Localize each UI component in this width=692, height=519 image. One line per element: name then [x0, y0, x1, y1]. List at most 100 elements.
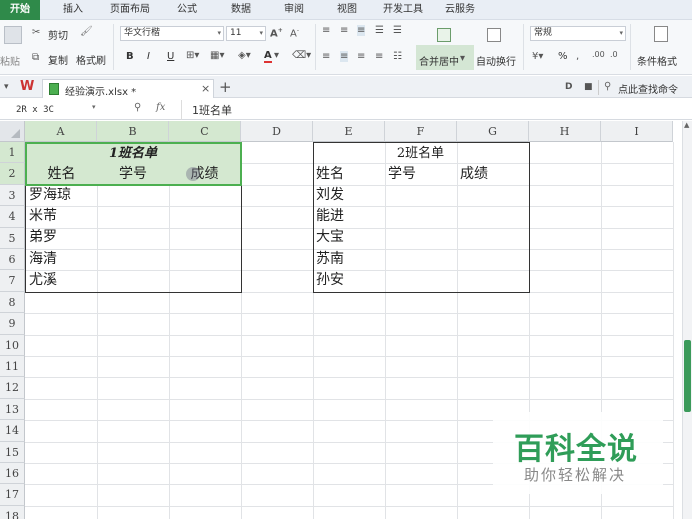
row-header-2[interactable]: 2	[0, 163, 25, 185]
class2-header-id[interactable]: 学号	[385, 164, 416, 185]
increase-decimal-icon[interactable]: .00	[592, 50, 605, 59]
row-header-10[interactable]: 10	[0, 334, 25, 356]
chevron-down-icon[interactable]: ▾	[460, 53, 465, 64]
menu-view[interactable]: 视图	[330, 0, 364, 20]
class1-name-2[interactable]: 米芾	[26, 206, 57, 227]
class2-name-4[interactable]: 苏南	[313, 249, 344, 270]
select-all-corner[interactable]	[0, 121, 25, 142]
conditional-format-icon[interactable]	[654, 26, 668, 42]
row-header-4[interactable]: 4	[0, 206, 25, 228]
new-tab-button[interactable]: +	[219, 78, 232, 96]
scrollbar-thumb[interactable]	[684, 340, 691, 412]
number-format-select[interactable]: 常规 ▾	[530, 26, 626, 41]
bold-button[interactable]: B	[126, 51, 134, 62]
zoom-icon[interactable]: ⚲	[134, 102, 141, 113]
class1-name-4[interactable]: 海清	[26, 249, 57, 270]
indent-icon[interactable]: ☰	[375, 25, 384, 36]
menu-formulas[interactable]: 公式	[170, 0, 204, 20]
row-header-13[interactable]: 13	[0, 398, 25, 421]
row-header-15[interactable]: 15	[0, 441, 25, 463]
align-middle-icon[interactable]: ≡	[340, 25, 348, 36]
align-top-icon[interactable]: ≡	[322, 25, 330, 36]
align-left-icon[interactable]: ≡	[322, 51, 330, 62]
outdent-icon[interactable]: ☰	[393, 25, 402, 36]
paste-icon[interactable]	[4, 26, 22, 44]
column-header-b[interactable]: B	[97, 121, 169, 142]
class2-title[interactable]: 2班名单	[313, 143, 528, 164]
row-header-18[interactable]: 18	[0, 505, 25, 519]
formula-input[interactable]: 1班名单	[192, 102, 232, 118]
menu-data[interactable]: 数据	[224, 0, 258, 20]
class2-name-5[interactable]: 孙安	[313, 270, 344, 291]
row-header-6[interactable]: 6	[0, 249, 25, 271]
copy-button[interactable]: 复制	[48, 52, 68, 67]
distribute-icon[interactable]: ☷	[393, 51, 402, 62]
merge-center-icon[interactable]	[437, 28, 451, 42]
currency-icon[interactable]: ¥▾	[532, 51, 543, 62]
column-header-d[interactable]: D	[241, 121, 313, 142]
menu-page-layout[interactable]: 页面布局	[102, 0, 158, 20]
thousands-icon[interactable]: ,	[576, 51, 579, 62]
row-header-7[interactable]: 7	[0, 270, 25, 292]
font-shrink-icon[interactable]: A-	[290, 27, 299, 39]
column-header-a[interactable]: A	[25, 121, 97, 142]
format-painter-button[interactable]: 格式刷	[76, 52, 106, 67]
wps-logo-icon[interactable]: W	[20, 79, 34, 94]
column-header-h[interactable]: H	[529, 121, 601, 142]
row-header-3[interactable]: 3	[0, 184, 25, 207]
format-painter-icon[interactable]: 🖌	[80, 26, 93, 37]
cut-button[interactable]: 剪切	[48, 27, 68, 42]
justify-icon[interactable]: ≡	[375, 51, 383, 62]
menu-review[interactable]: 审阅	[277, 0, 311, 20]
insert-function-button[interactable]: fx	[156, 102, 165, 113]
row-header-12[interactable]: 12	[0, 377, 25, 399]
menu-cloud[interactable]: 云服务	[439, 0, 481, 20]
menu-home[interactable]: 开始	[0, 0, 40, 20]
font-size-select[interactable]: 11 ▾	[226, 26, 266, 41]
align-bottom-icon[interactable]: ≡	[357, 25, 366, 36]
italic-button[interactable]: I	[147, 51, 150, 62]
row-header-5[interactable]: 5	[0, 227, 25, 249]
clear-format-icon[interactable]: ⌫▾	[292, 50, 311, 61]
column-header-g[interactable]: G	[457, 121, 529, 142]
wrap-text-button[interactable]: 自动换行	[476, 53, 516, 68]
chevron-down-icon[interactable]: ▾	[274, 50, 279, 61]
scroll-up-icon[interactable]: ▲	[684, 121, 689, 129]
row-header-14[interactable]: 14	[0, 420, 25, 442]
fill-pattern-icon[interactable]: ▦▾	[210, 50, 224, 61]
row-header-1[interactable]: 1	[0, 142, 25, 164]
merge-center-button[interactable]: 合并居中	[419, 53, 459, 68]
menu-insert[interactable]: 插入	[55, 0, 91, 20]
percent-button[interactable]: %	[558, 51, 568, 62]
chevron-down-icon[interactable]: ▾	[4, 82, 9, 92]
align-right-icon[interactable]: ≡	[357, 51, 365, 62]
row-header-11[interactable]: 11	[0, 356, 25, 378]
name-box[interactable]: 2R x 3C	[16, 103, 100, 117]
screen-icon[interactable]: ■	[584, 82, 593, 92]
class2-name-2[interactable]: 能进	[313, 206, 344, 227]
find-command-field[interactable]: 点此查找命令	[618, 81, 678, 96]
menu-developer[interactable]: 开发工具	[377, 0, 429, 20]
column-header-c[interactable]: C	[169, 121, 241, 142]
vertical-scrollbar[interactable]: ▲	[682, 121, 692, 519]
border-icon[interactable]: ⊞▾	[186, 50, 199, 61]
decrease-decimal-icon[interactable]: .0	[610, 50, 618, 59]
font-name-select[interactable]: 华文行楷 ▾	[120, 26, 224, 41]
close-icon[interactable]: ×	[201, 82, 210, 95]
row-header-8[interactable]: 8	[0, 291, 25, 314]
font-color-button[interactable]: A	[264, 50, 272, 63]
paste-button[interactable]: 粘贴	[0, 53, 20, 68]
wrap-text-icon[interactable]	[487, 28, 501, 42]
class1-name-5[interactable]: 尤溪	[26, 270, 57, 291]
underline-button[interactable]: U	[167, 51, 174, 62]
doc-panel-icon[interactable]: D	[565, 82, 572, 92]
class1-name-3[interactable]: 弟罗	[26, 227, 57, 248]
row-header-17[interactable]: 17	[0, 484, 25, 506]
align-center-icon[interactable]: ≡	[340, 51, 349, 62]
column-header-f[interactable]: F	[385, 121, 457, 142]
column-header-e[interactable]: E	[313, 121, 385, 142]
class1-name-1[interactable]: 罗海琼	[26, 185, 71, 206]
chevron-down-icon[interactable]: ▾	[92, 103, 96, 111]
class2-name-3[interactable]: 大宝	[313, 227, 344, 248]
row-header-16[interactable]: 16	[0, 463, 25, 485]
